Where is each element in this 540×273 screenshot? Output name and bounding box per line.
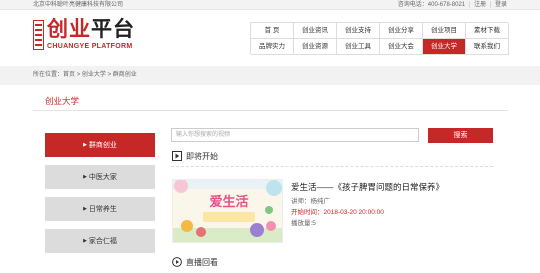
arrow-right-icon: ▶ — [83, 174, 87, 180]
menu-item-tcm[interactable]: ▶ 中医大家 — [45, 165, 155, 189]
upcoming-heading: 即将开始 — [172, 151, 218, 163]
course-thumbnail[interactable]: 爱生活 — [172, 179, 283, 243]
live-replay-heading-text: 直播回看 — [186, 258, 218, 267]
breadcrumb-separator: > — [76, 72, 81, 78]
page-title: 创业大学 — [45, 96, 80, 106]
search-input[interactable] — [171, 128, 419, 142]
nav-item-conference[interactable]: 创业大会 — [380, 39, 423, 55]
menu-item-jiahe[interactable]: ▶ 家合仁福 — [45, 229, 155, 253]
course-thumbnail-image: 爱生活 — [173, 180, 282, 242]
nav-item-share[interactable]: 创业分享 — [380, 23, 423, 39]
hotline: 咨询电话：400-678-8021 — [397, 2, 466, 8]
logo-main-dark: 平台 — [91, 18, 135, 41]
live-replay-heading: 直播回看 — [172, 257, 218, 269]
menu-item-label: 群商创业 — [88, 142, 117, 149]
live-play-icon — [172, 257, 182, 267]
logo-main-red: 创业 — [47, 18, 91, 41]
arrow-right-icon: ▶ — [83, 238, 87, 244]
breadcrumb-prefix: 所在位置： — [33, 72, 64, 78]
breadcrumb: 所在位置：首页 > 创业大学 > 群商创业 — [33, 71, 137, 79]
menu-item-label: 中医大家 — [88, 174, 117, 181]
main-nav: 首 页 创业资讯 创业支持 创业分享 创业项目 素材下载 品牌实力 创业资源 创… — [250, 22, 509, 55]
breadcrumb-university[interactable]: 创业大学 — [82, 72, 106, 78]
video-play-icon — [172, 151, 182, 161]
company-name: 北京中科聪叶亮健康科技有限公司 — [33, 2, 124, 8]
nav-item-news[interactable]: 创业资讯 — [294, 23, 337, 39]
nav-item-resources[interactable]: 创业资源 — [294, 39, 337, 55]
arrow-right-icon: ▶ — [83, 206, 87, 212]
divider — [171, 166, 493, 167]
nav-item-downloads[interactable]: 素材下载 — [466, 23, 509, 39]
top-bar-right: 咨询电话：400-678-8021 | 注册 | 登录 — [398, 1, 507, 9]
site-logo[interactable]: 创业平台 CHUANGYE PLATFORM — [33, 18, 134, 52]
thumbnail-title: 爱生活 — [209, 194, 248, 210]
course-play-count: 播放量:5 — [291, 220, 316, 227]
breadcrumb-separator: > — [107, 72, 112, 78]
menu-item-wellness[interactable]: ▶ 日常养生 — [45, 197, 155, 221]
course-start-time: 开始时间：2018-03-20 20:00:00 — [291, 209, 384, 216]
upcoming-heading-text: 即将开始 — [186, 152, 218, 161]
register-link[interactable]: 注册 — [474, 2, 486, 8]
menu-item-label: 日常养生 — [88, 206, 117, 213]
top-bar: 北京中科聪叶亮健康科技有限公司 咨询电话：400-678-8021 | 注册 |… — [0, 0, 540, 10]
nav-item-brand[interactable]: 品牌实力 — [251, 39, 294, 55]
divider: | — [489, 2, 492, 8]
arrow-right-icon: ▶ — [83, 142, 87, 148]
course-title-link[interactable]: 爱生活——《孩子脾胃问题的日常保养》 — [291, 182, 444, 193]
breadcrumb-current[interactable]: 群商创业 — [113, 72, 137, 78]
logo-wordmark: 创业平台 — [47, 18, 135, 42]
nav-item-support[interactable]: 创业支持 — [337, 23, 380, 39]
breadcrumb-home[interactable]: 首页 — [63, 72, 75, 78]
menu-item-qunshang[interactable]: ▶ 群商创业 — [45, 133, 155, 157]
login-link[interactable]: 登录 — [495, 2, 507, 8]
breadcrumb-bar: 所在位置：首页 > 创业大学 > 群商创业 — [0, 66, 540, 85]
nav-item-home[interactable]: 首 页 — [251, 23, 294, 39]
menu-item-label: 家合仁福 — [88, 238, 117, 245]
nav-item-contact[interactable]: 联系我们 — [466, 39, 509, 55]
nav-item-tools[interactable]: 创业工具 — [337, 39, 380, 55]
divider — [33, 110, 508, 111]
search-button[interactable]: 搜索 — [428, 128, 493, 143]
course-lecturer: 讲师：杨纯广 — [291, 198, 330, 205]
nav-item-projects[interactable]: 创业项目 — [423, 23, 466, 39]
logo-seal-icon — [33, 20, 44, 50]
nav-item-university[interactable]: 创业大学 — [423, 39, 466, 55]
divider: | — [468, 2, 471, 8]
logo-subtitle: CHUANGYE PLATFORM — [47, 43, 133, 50]
